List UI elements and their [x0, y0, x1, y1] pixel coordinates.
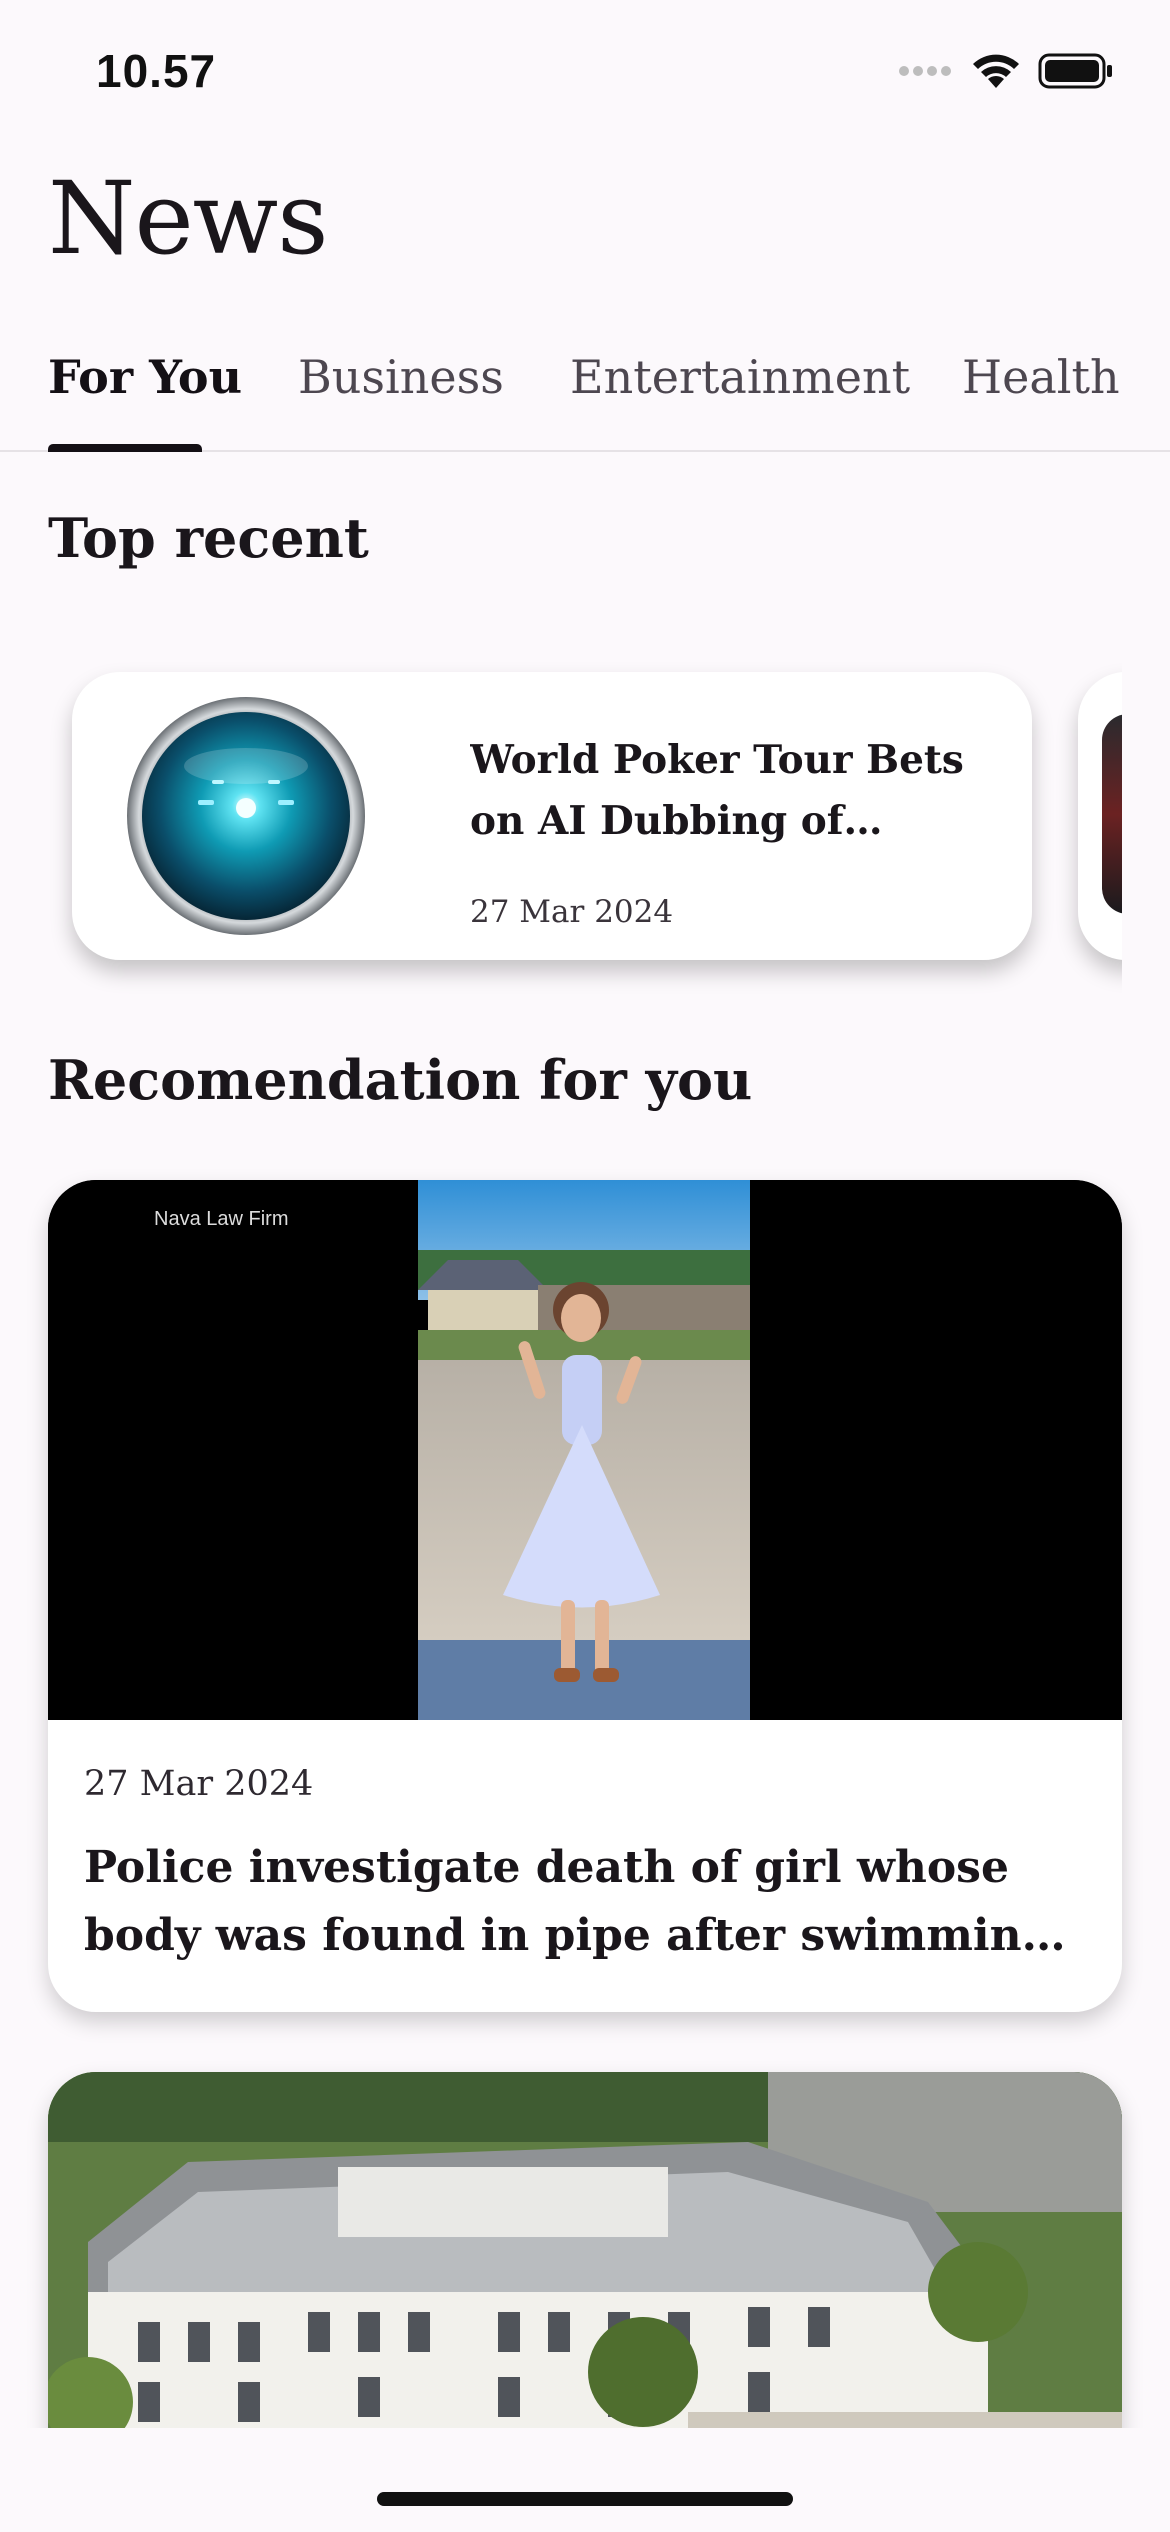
recent-news-card[interactable]: World Poker Tour Bets on AI Dubbing of T…	[72, 672, 1032, 960]
recent-news-date: 27 Mar 2024	[470, 894, 674, 930]
tab-for-you[interactable]: For You	[48, 350, 242, 404]
next-card-thumbnail	[1102, 714, 1122, 914]
tab-entertainment[interactable]: Entertainment	[570, 350, 910, 404]
glowing-lens-image	[108, 696, 384, 936]
battery-icon	[1038, 53, 1112, 89]
status-bar: 10.57	[0, 0, 1170, 150]
status-time: 10.57	[96, 45, 217, 97]
home-indicator[interactable]	[377, 2492, 793, 2506]
photo-watermark: Nava Law Firm	[154, 1208, 289, 1230]
recommendation-card[interactable]: Nava Law Firm 27 Mar 2024 Police investi…	[48, 1180, 1122, 2012]
recent-news-title[interactable]: World Poker Tour Bets on AI Dubbing of T…	[470, 730, 1010, 852]
page-title: News	[48, 160, 329, 277]
recommendation-title[interactable]: Police investigate death of girl whose b…	[84, 1834, 1094, 1970]
top-recent-carousel[interactable]: World Poker Tour Bets on AI Dubbing of T…	[48, 640, 1122, 996]
recommendation-heading: Recomendation for you	[48, 1048, 753, 1112]
status-icons	[898, 52, 1114, 90]
tab-business[interactable]: Business	[298, 350, 504, 404]
recent-news-card-next[interactable]	[1078, 672, 1122, 960]
bottom-safe-area	[0, 2428, 1170, 2532]
tab-health[interactable]: Health	[962, 350, 1120, 404]
signal-dots-icon	[899, 66, 951, 76]
active-tab-indicator	[48, 444, 202, 452]
category-tabs: For You Business Entertainment Health	[0, 340, 1170, 452]
recommendation-date: 27 Mar 2024	[84, 1764, 314, 1804]
wifi-icon	[973, 54, 1019, 88]
girl-in-blue-dress-photo: Nava Law Firm	[48, 1180, 1122, 1720]
top-recent-heading: Top recent	[48, 506, 369, 570]
